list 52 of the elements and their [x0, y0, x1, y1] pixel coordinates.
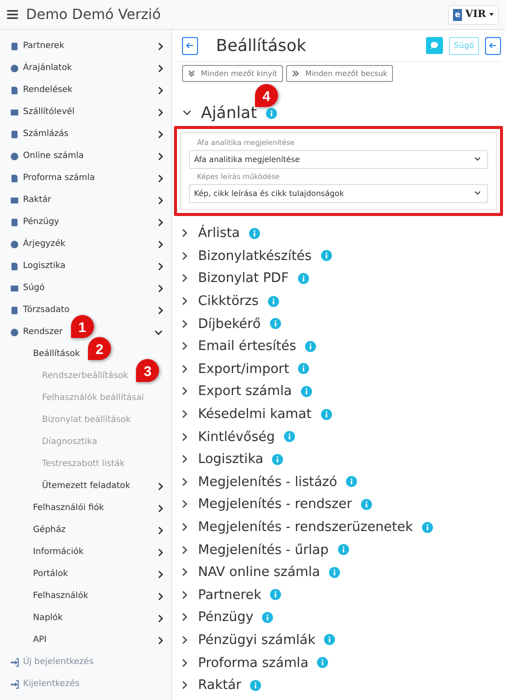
menu-item[interactable]: Információk — [33, 547, 84, 557]
section-title[interactable]: NAV online számla — [198, 565, 320, 580]
section-title[interactable]: Ajánlat — [201, 103, 257, 122]
menu-item[interactable]: Felhasználói fiók — [33, 503, 104, 513]
section-title[interactable]: Export/import — [198, 362, 290, 377]
menu-item[interactable]: Árjegyzék — [23, 239, 66, 249]
menu-item[interactable]: Raktár — [23, 195, 52, 205]
callout-badge: 2 — [88, 337, 111, 360]
menu-item[interactable]: Logisztika — [23, 261, 66, 271]
callout-badge: 1 — [70, 315, 94, 338]
menu-item[interactable]: Gépház — [33, 525, 66, 535]
section-title[interactable]: Raktár — [198, 678, 242, 694]
menu-item[interactable]: Rendelések — [23, 85, 72, 95]
section-title[interactable]: Email értesítés — [198, 339, 296, 354]
section-title[interactable]: Pénzügy — [198, 610, 254, 626]
section-title[interactable]: Partnerek — [198, 588, 262, 603]
section-title[interactable]: Megjelenítés - rendszerüzenetek — [198, 520, 413, 536]
section-title[interactable]: Késedelmi kamat — [198, 407, 312, 422]
section-title[interactable]: Bizonylat PDF — [198, 271, 289, 286]
menu-item[interactable]: Naplók — [33, 613, 63, 623]
section-title[interactable]: Megjelenítés - rendszer — [198, 497, 352, 512]
section-title[interactable]: Proforma számla — [198, 656, 308, 671]
section-title[interactable]: Bizonylatkészítés — [198, 248, 312, 264]
menu-item[interactable]: API — [33, 635, 47, 645]
menu-item[interactable]: Ütemezett feladatok — [42, 481, 130, 491]
menu-item[interactable]: Proforma számla — [23, 173, 95, 183]
menu-item[interactable]: Szállítólevél — [23, 107, 74, 117]
section-title[interactable]: Megjelenítés - listázó — [198, 474, 338, 490]
page-title: Beállítások — [216, 36, 308, 55]
menu-item[interactable]: Felhasználók — [33, 591, 88, 601]
menu-item[interactable]: Portálok — [33, 569, 68, 579]
menu-item[interactable]: Rendszer — [23, 327, 63, 337]
section-title[interactable]: Árlista — [198, 226, 240, 242]
menu-item[interactable]: Pénzügy — [23, 217, 60, 227]
callout-badge: 4 — [254, 84, 278, 107]
section-title[interactable]: Logisztika — [198, 452, 264, 468]
callout-badge: 3 — [136, 359, 160, 382]
menu-item[interactable]: Törzsadato — [23, 305, 70, 315]
menu-item[interactable]: Súgó — [23, 283, 45, 293]
app-title: Demo Demó Verzió — [26, 6, 162, 22]
section-title[interactable]: Díjbekérő — [198, 316, 261, 332]
section-title[interactable]: Cikktörzs — [198, 294, 259, 310]
menu-item[interactable]: Partnerek — [23, 41, 64, 51]
section-title[interactable]: Pénzügyi számlák — [198, 632, 316, 648]
menu-item[interactable]: Számlázás — [23, 129, 69, 139]
logo-menu[interactable]: e VIR — [448, 4, 499, 24]
section-title[interactable]: Kintlévőség — [198, 430, 275, 445]
menu-item[interactable]: Árajánlatok — [23, 63, 72, 73]
section-title[interactable]: Export számla — [198, 384, 292, 400]
menu-item[interactable]: Beállítások — [33, 349, 80, 359]
menu-item[interactable]: Online számla — [23, 151, 84, 161]
section-title[interactable]: Megjelenítés - űrlap — [198, 542, 329, 558]
